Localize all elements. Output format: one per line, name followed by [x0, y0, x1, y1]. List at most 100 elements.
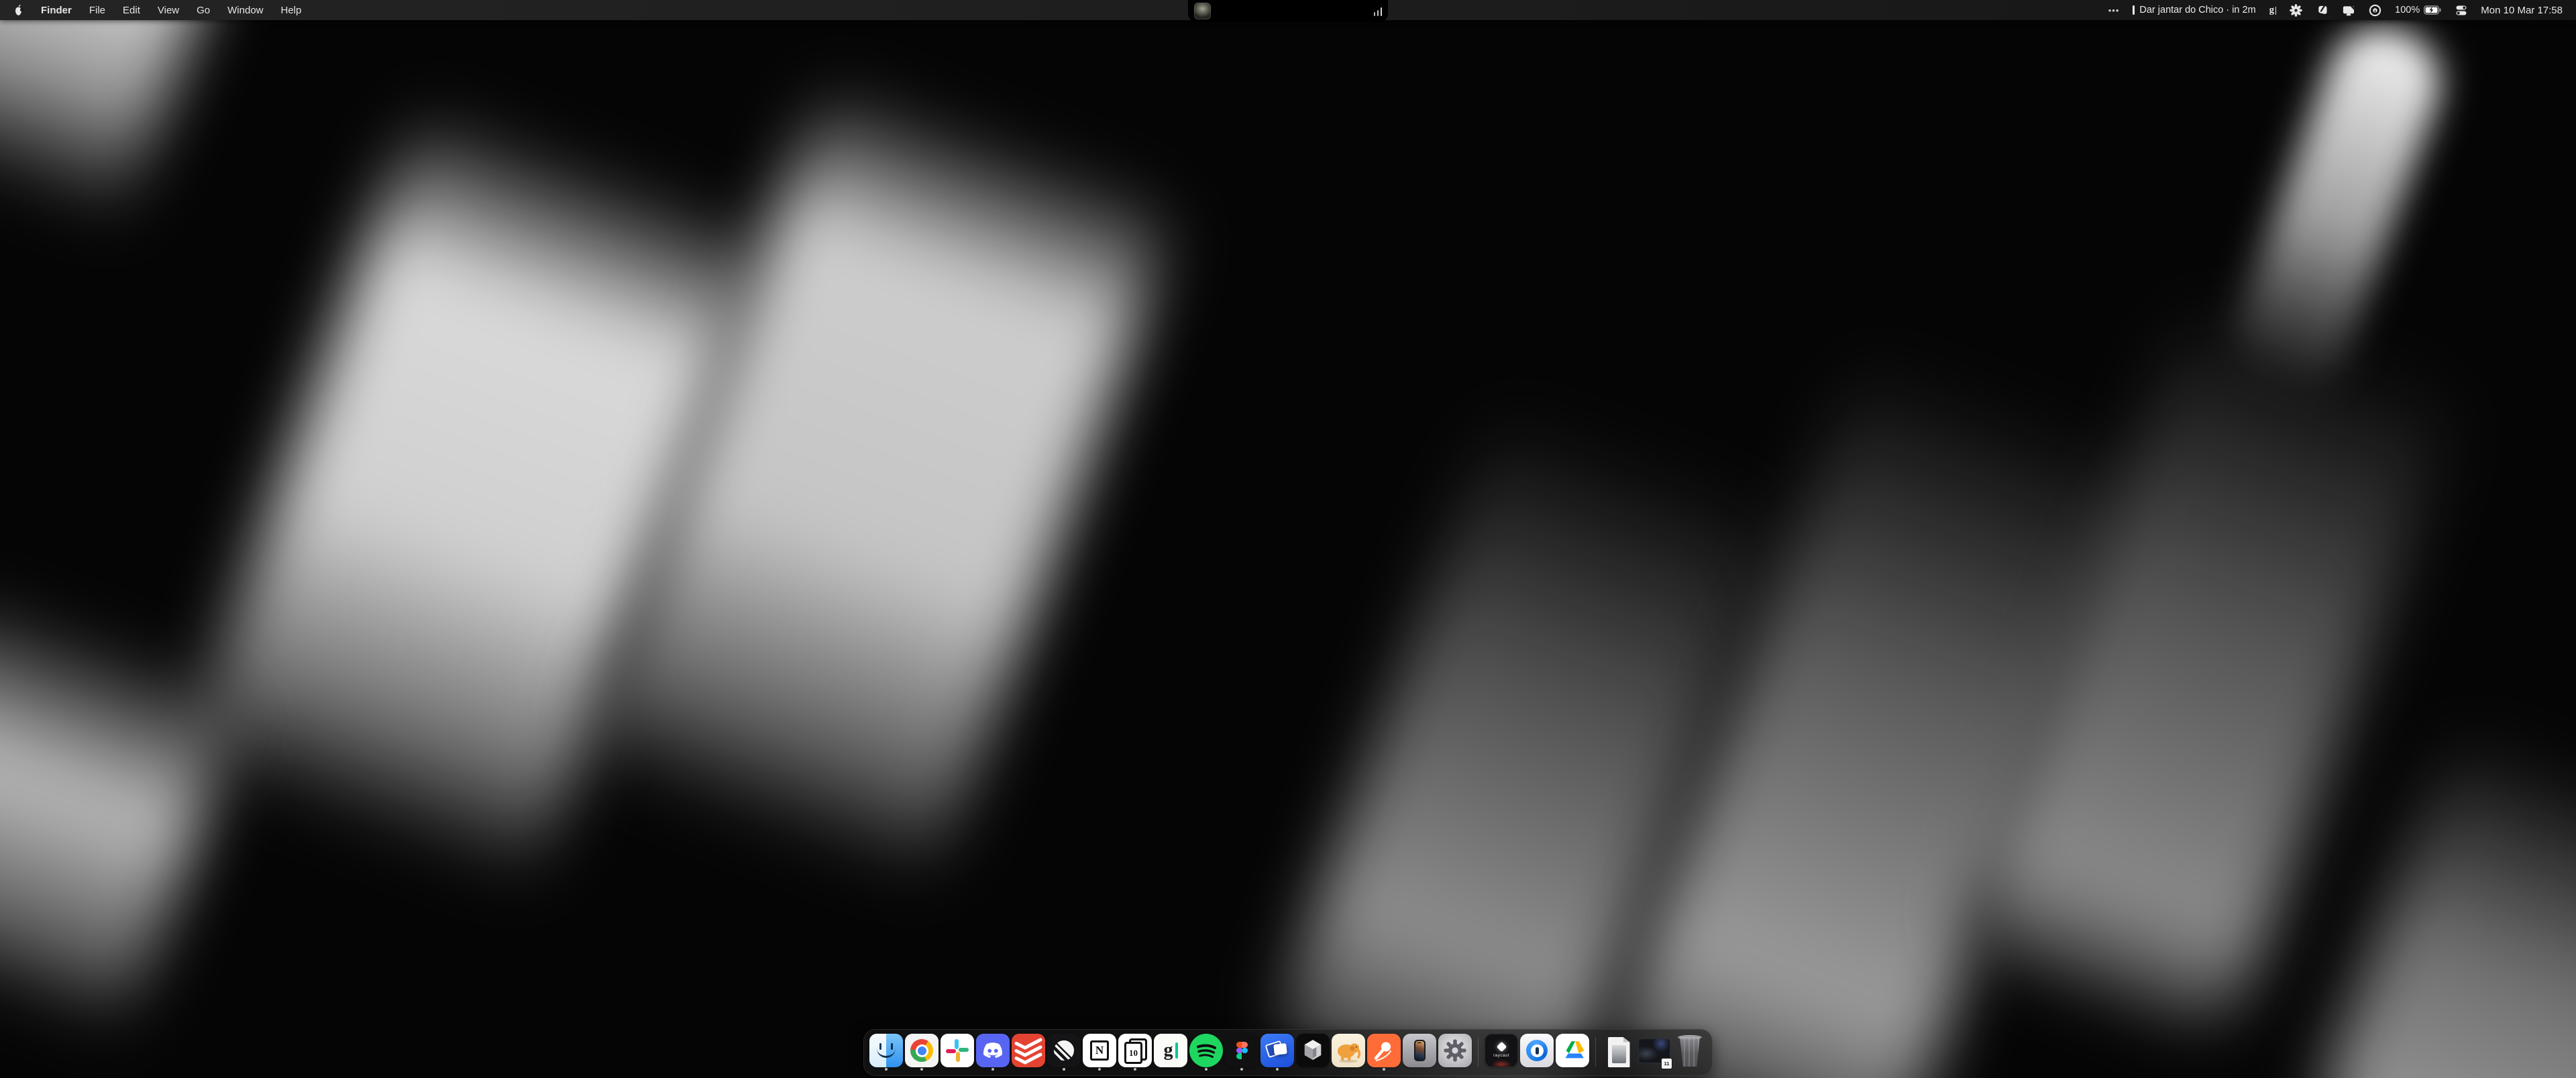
battery-percent: 100% — [2395, 5, 2420, 15]
now-playing-equalizer-icon — [1374, 7, 1383, 16]
menu-window[interactable]: Window — [227, 5, 263, 16]
google-drive-icon — [1556, 1034, 1589, 1067]
running-indicator — [1098, 1068, 1101, 1071]
windows-app-icon — [1260, 1034, 1294, 1067]
dock-item-discord[interactable] — [976, 1033, 1010, 1071]
dock-item-1password[interactable] — [1520, 1033, 1554, 1071]
menu-bar-left: Finder File Edit View Go Window Help — [13, 4, 301, 16]
dock-separator — [1478, 1037, 1479, 1067]
dock-separator — [1595, 1037, 1596, 1067]
dock-item-system-settings[interactable] — [1438, 1033, 1472, 1071]
spotify-icon — [1189, 1034, 1223, 1067]
finder-icon — [869, 1034, 903, 1067]
hidden-items-overflow[interactable]: ••• — [2108, 5, 2120, 15]
notion-letter: N — [1095, 1044, 1104, 1057]
figma-icon — [1225, 1034, 1258, 1067]
iphone-mirroring-icon — [1403, 1034, 1436, 1067]
menu-app-name[interactable]: Finder — [41, 5, 72, 16]
trash-icon — [1674, 1034, 1705, 1069]
linear-icon — [1047, 1034, 1081, 1067]
menu-help[interactable]: Help — [281, 5, 302, 16]
battery-charging-icon — [2424, 5, 2442, 15]
running-indicator — [1276, 1068, 1279, 1071]
battery-status[interactable]: 100% — [2395, 5, 2442, 15]
1password-icon — [1520, 1034, 1554, 1067]
dock-item-windows-app[interactable] — [1260, 1033, 1294, 1071]
wallpaper-band — [0, 0, 220, 244]
grammarly-menu-icon[interactable]: g — [2269, 5, 2277, 15]
dock-item-postgres-elephant-app[interactable] — [1332, 1033, 1365, 1071]
todoist-icon — [1012, 1034, 1045, 1067]
notion-calendar-date: 10 — [1129, 1048, 1138, 1059]
1password-icon[interactable] — [2369, 4, 2381, 17]
menu-bar-clock[interactable]: Mon 10 Mar 17:58 — [2481, 5, 2563, 16]
dock-item-postman[interactable] — [1367, 1033, 1401, 1071]
menu-go[interactable]: Go — [197, 5, 210, 16]
slack-icon — [941, 1034, 974, 1067]
grammarly-letter: g — [1164, 1041, 1173, 1060]
dock-item-trash[interactable] — [1673, 1033, 1707, 1071]
dock-item-screenshot-thumbnail[interactable]: 11 — [1638, 1033, 1671, 1071]
calendar-event-item[interactable]: Dar jantar do Chico · in 2m — [2133, 5, 2255, 15]
now-playing-album-art[interactable] — [1194, 3, 1211, 19]
grammarly-cursor-bar — [1175, 1042, 1178, 1059]
discord-icon — [976, 1034, 1010, 1067]
apple-icon — [13, 4, 23, 16]
screenshot-thumbnail-icon: 11 — [1638, 1034, 1671, 1067]
dock-item-grammarly[interactable]: g — [1154, 1033, 1187, 1071]
raycast-label: raycast — [1493, 1053, 1509, 1058]
dock-item-raycast[interactable]: raycast — [1485, 1033, 1518, 1071]
notion-calendar-icon: 10 — [1118, 1034, 1152, 1067]
calendar-badge: 11 — [1661, 1058, 1672, 1069]
dock-item-linear[interactable] — [1047, 1033, 1081, 1071]
grammarly-g: g — [2269, 5, 2275, 15]
chrome-icon — [905, 1034, 938, 1067]
running-indicator — [1134, 1068, 1136, 1071]
flower-icon[interactable] — [2290, 4, 2302, 17]
running-indicator — [1063, 1068, 1065, 1071]
dock-item-notion[interactable]: N — [1083, 1033, 1116, 1071]
dock-item-iphone-mirroring[interactable] — [1403, 1033, 1436, 1071]
running-indicator — [1240, 1068, 1243, 1071]
grammarly-icon: g — [1154, 1034, 1187, 1067]
notion-icon: N — [1083, 1034, 1116, 1067]
dock-item-3d-cube-app[interactable] — [1296, 1033, 1330, 1071]
menu-edit[interactable]: Edit — [123, 5, 140, 16]
dock-item-document-file[interactable] — [1602, 1033, 1635, 1071]
dock-item-google-drive[interactable] — [1556, 1033, 1589, 1071]
notch-app-icon[interactable] — [2316, 4, 2328, 16]
dock: N 10 g — [863, 1029, 1713, 1076]
menu-file[interactable]: File — [89, 5, 105, 16]
running-indicator — [1205, 1068, 1208, 1071]
dock-item-slack[interactable] — [941, 1033, 974, 1071]
running-indicator — [1383, 1068, 1385, 1071]
raycast-icon: raycast — [1485, 1034, 1518, 1067]
desktop-wallpaper — [0, 0, 2576, 1078]
event-text: Dar jantar do Chico · in 2m — [2139, 5, 2255, 15]
dock-item-notion-calendar[interactable]: 10 — [1118, 1033, 1152, 1071]
apple-menu[interactable] — [13, 4, 23, 16]
elephant-icon — [1332, 1034, 1365, 1067]
grammarly-cursor — [2275, 7, 2277, 15]
gear-icon — [1438, 1034, 1472, 1067]
dock-item-spotify[interactable] — [1189, 1033, 1223, 1071]
display-icon[interactable] — [2342, 4, 2355, 17]
control-center-icon[interactable] — [2455, 5, 2467, 16]
menu-bar-status: ••• Dar jantar do Chico · in 2m g — [2108, 4, 2563, 17]
event-color-bar — [2133, 5, 2135, 15]
wallpaper-band — [0, 582, 250, 1041]
postman-icon — [1367, 1034, 1401, 1067]
cube-3d-icon — [1296, 1034, 1330, 1067]
dock-item-finder[interactable] — [869, 1033, 903, 1071]
dock-item-chrome[interactable] — [905, 1033, 938, 1071]
dock-item-todoist[interactable] — [1012, 1033, 1045, 1071]
running-indicator — [920, 1068, 923, 1071]
wallpaper-band — [2310, 720, 2576, 1078]
document-icon — [1602, 1034, 1635, 1067]
notch-now-playing[interactable] — [1188, 0, 1388, 22]
dock-item-figma[interactable] — [1225, 1033, 1258, 1071]
running-indicator — [991, 1068, 994, 1071]
menu-view[interactable]: View — [158, 5, 179, 16]
running-indicator — [885, 1068, 888, 1071]
wallpaper-band — [2220, 12, 2455, 404]
